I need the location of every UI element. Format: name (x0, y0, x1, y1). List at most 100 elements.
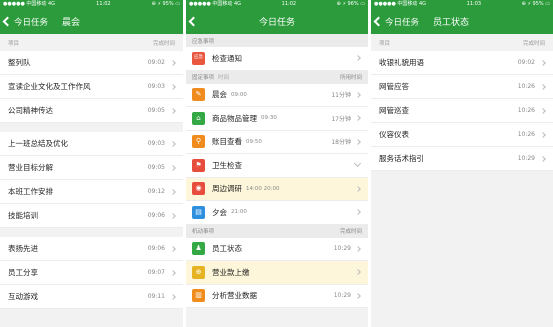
list-item[interactable]: 营业目标分解 09:05 (0, 156, 183, 180)
battery-text: ⊕ ⚡ 95% ▭ (151, 1, 180, 7)
chevron-right-icon (540, 59, 546, 66)
section-header-mobile: 机动事项 完成时间 (186, 224, 368, 238)
chevron-right-icon (355, 292, 361, 299)
section-title: 固定事项 (192, 75, 215, 81)
item-label: 服务话术指引 (379, 154, 424, 163)
carrier-text: ●●●●● 中国移动 4G (374, 1, 427, 7)
item-label: 员工分享 (8, 268, 38, 277)
task-duration: 17分钟 (331, 115, 351, 123)
chevron-down-icon[interactable] (353, 160, 362, 168)
item-time: 09:11 (147, 293, 165, 300)
task-label: 商品物品管理 (212, 113, 257, 123)
column-header: 项目 完成时间 (0, 34, 183, 51)
item-label: 技能培训 (8, 211, 38, 220)
status-bar: ●●●●● 中国移动 4G 11:03 ⊕ ⚡ 95% ▭ (371, 0, 553, 9)
item-label: 互动游戏 (8, 292, 38, 301)
list-item[interactable]: 仪容仪表 10:26 (371, 123, 553, 147)
back-button[interactable] (186, 9, 200, 34)
item-time: 09:06 (147, 212, 165, 219)
task-hygiene-check[interactable]: ⚑ 卫生检查 (186, 154, 368, 178)
task-check-notice[interactable]: 应急 检查通知 (186, 47, 368, 71)
item-time: 09:05 (147, 164, 165, 171)
screen-today-tasks: ●●●●● 中国移动 4G 11:02 ⊕ ⚡ 96% ▭ 今日任务 应急事项 … (186, 0, 368, 327)
page-title: 今日任务 (258, 18, 295, 28)
chevron-right-icon (355, 269, 361, 276)
chevron-right-icon (355, 91, 361, 98)
column-header-item: 项目 (8, 40, 20, 47)
task-area-survey[interactable]: ◉ 周边调研 14:00 20:00 (186, 177, 368, 201)
chevron-right-icon (540, 107, 546, 114)
battery-text: ⊕ ⚡ 96% ▭ (336, 1, 365, 7)
chevron-right-icon (540, 155, 546, 162)
list-item[interactable]: 表扬先进 09:06 (0, 237, 183, 261)
list-item[interactable]: 整列队 09:02 (0, 51, 183, 75)
chevron-right-icon (355, 185, 361, 192)
nav-bar: 今日任务 (186, 9, 368, 34)
task-start-time: 09:00 (231, 91, 247, 98)
chart-icon: ▥ (192, 289, 205, 303)
item-time: 09:07 (147, 269, 165, 276)
chevron-right-icon (170, 164, 176, 171)
clock-text: 11:02 (281, 1, 297, 7)
task-analyze-data[interactable]: ▥ 分析营业数据 10:29 (186, 284, 368, 308)
list-item[interactable]: 网管应答 10:26 (371, 75, 553, 99)
section-right-label: 完成时间 (339, 229, 362, 235)
list-item[interactable]: 网管巡查 10:26 (371, 99, 553, 123)
store-icon: ⌂ (192, 111, 205, 125)
group-divider (0, 123, 183, 132)
task-label: 晨会 (212, 90, 227, 100)
task-start-time: 21:00 (231, 209, 247, 216)
list-item[interactable]: 本班工作安排 09:12 (0, 180, 183, 204)
task-goods-management[interactable]: ⌂ 商品物品管理 09:30 17分钟 (186, 107, 368, 131)
task-morning-meeting[interactable]: ✎ 晨会 09:00 11分钟 (186, 83, 368, 107)
chevron-right-icon (355, 55, 361, 62)
radar-icon: ◉ (192, 182, 205, 196)
item-time: 10:26 (517, 131, 535, 138)
column-header-time: 完成时间 (522, 40, 545, 47)
list-item[interactable]: 技能培训 09:06 (0, 204, 183, 228)
item-time: 09:03 (147, 140, 165, 147)
item-label: 收银礼貌用语 (379, 58, 424, 67)
list-item[interactable]: 公司精神传达 09:05 (0, 99, 183, 123)
list-item[interactable]: 宣读企业文化及工作作风 09:03 (0, 75, 183, 99)
list-item[interactable]: 服务话术指引 10:29 (371, 147, 553, 171)
chevron-right-icon (170, 59, 176, 66)
chevron-right-icon (540, 83, 546, 90)
coin-icon: ⊕ (192, 265, 205, 279)
carrier-text: ●●●●● 中国移动 4G (3, 1, 56, 7)
chevron-right-icon (170, 212, 176, 219)
task-staff-status[interactable]: ♟ 员工状态 10:29 (186, 237, 368, 261)
list-item[interactable]: 员工分享 09:07 (0, 261, 183, 285)
item-time: 10:29 (517, 155, 535, 162)
section-header-fixed: 固定事项 时间 所用时间 (186, 70, 368, 84)
task-start-time: 14:00 20:00 (246, 185, 280, 192)
page-title: 晨会 (62, 18, 81, 28)
task-account-review[interactable]: ⚲ 账目查看 09:50 18分钟 (186, 130, 368, 154)
back-button[interactable]: 今日任务 (371, 9, 419, 34)
item-label: 整列队 (8, 58, 31, 67)
item-label: 本班工作安排 (8, 187, 53, 196)
chevron-right-icon (170, 293, 176, 300)
page-title: 员工状态 (433, 18, 470, 28)
chevron-right-icon (170, 107, 176, 114)
item-label: 网管巡查 (379, 106, 409, 115)
item-time: 09:02 (517, 59, 535, 66)
section-right-label: 所用时间 (339, 75, 362, 81)
chevron-right-icon (355, 138, 361, 145)
item-time: 09:03 (147, 83, 165, 90)
back-label: 今日任务 (14, 17, 49, 28)
list-item[interactable]: 收银礼貌用语 09:02 (371, 51, 553, 75)
item-time: 09:02 (147, 59, 165, 66)
back-chevron-icon (188, 16, 199, 27)
item-time: 09:12 (147, 188, 165, 195)
task-start-time: 09:30 (261, 115, 277, 122)
task-revenue-submit[interactable]: ⊕ 营业款上缴 (186, 261, 368, 285)
chevron-right-icon (170, 188, 176, 195)
screen-staff-status: ●●●●● 中国移动 4G 11:03 ⊕ ⚡ 95% ▭ 今日任务 员工状态 … (371, 0, 553, 327)
back-button[interactable]: 今日任务 (0, 9, 48, 34)
task-evening-meeting[interactable]: ▤ 夕会 21:00 (186, 201, 368, 225)
list-item[interactable]: 互动游戏 09:11 (0, 285, 183, 309)
list-item[interactable]: 上一班总结及优化 09:03 (0, 132, 183, 156)
section-header-emergency: 应急事项 (186, 34, 368, 47)
back-chevron-icon (373, 16, 384, 27)
